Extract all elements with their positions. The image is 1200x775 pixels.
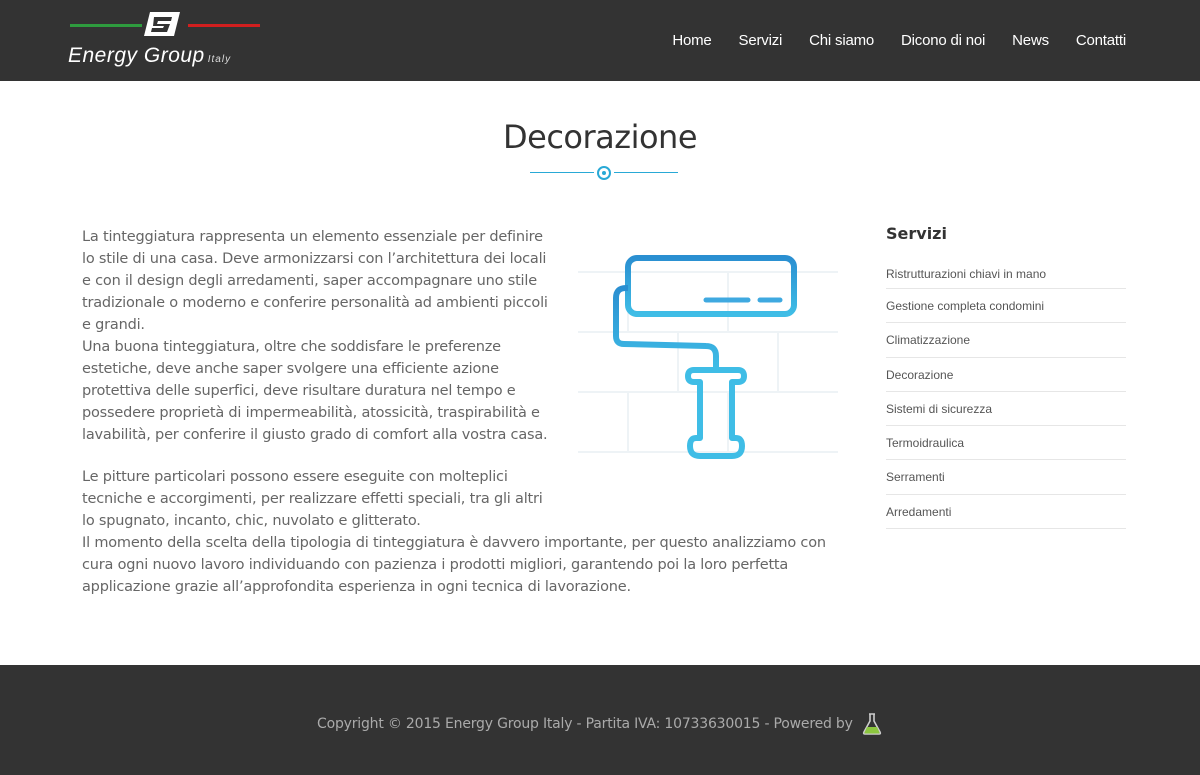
title-divider xyxy=(530,165,678,181)
sidebar-item-decorazione[interactable]: Decorazione xyxy=(886,358,1126,392)
sidebar-item-ristrutturazioni[interactable]: Ristrutturazioni chiavi in mano xyxy=(886,265,1126,289)
sidebar-item-serramenti[interactable]: Serramenti xyxy=(886,460,1126,495)
services-sidebar: Servizi Ristrutturazioni chiavi in mano … xyxy=(886,224,1126,530)
content-paragraph-3: Le pitture particolari possono essere es… xyxy=(82,469,543,529)
content-paragraph-4: Il momento della scelta della tipologia … xyxy=(82,535,826,595)
sidebar-item-gestione-condomini[interactable]: Gestione completa condomini xyxy=(886,289,1126,324)
logo-text: Energy Group Italy xyxy=(68,44,231,68)
divider-circle-icon xyxy=(597,166,611,180)
logo-green-line xyxy=(70,24,142,27)
nav-news[interactable]: News xyxy=(1012,32,1049,49)
main-nav: Home Servizi Chi siamo Dicono di noi New… xyxy=(645,0,1126,81)
main-content: La tinteggiatura rappresenta un elemento… xyxy=(82,226,842,598)
nav-dicono-di-noi[interactable]: Dicono di noi xyxy=(901,32,985,49)
content-paragraph-1: La tinteggiatura rappresenta un elemento… xyxy=(82,229,548,333)
divider-line-right xyxy=(614,172,678,173)
sidebar-item-climatizzazione[interactable]: Climatizzazione xyxy=(886,323,1126,358)
nav-contatti[interactable]: Contatti xyxy=(1076,32,1126,49)
footer-copyright: Copyright © 2015 Energy Group Italy - Pa… xyxy=(0,712,1200,736)
nav-chi-siamo[interactable]: Chi siamo xyxy=(809,32,874,49)
logo-name-suffix: Italy xyxy=(207,54,232,65)
sidebar-item-arredamenti[interactable]: Arredamenti xyxy=(886,495,1126,530)
sidebar-list: Ristrutturazioni chiavi in mano Gestione… xyxy=(886,265,1126,530)
flask-icon[interactable] xyxy=(861,712,883,736)
logo-name-main: Energy Group xyxy=(68,44,205,67)
logo-red-line xyxy=(188,24,260,27)
sidebar-item-sistemi-sicurezza[interactable]: Sistemi di sicurezza xyxy=(886,392,1126,427)
divider-line-left xyxy=(530,172,594,173)
page-title: Decorazione xyxy=(503,118,698,156)
nav-home[interactable]: Home xyxy=(672,32,711,49)
energy-group-logo[interactable]: Energy Group Italy xyxy=(66,10,266,70)
sidebar-title: Servizi xyxy=(886,224,947,243)
site-header: Energy Group Italy Home Servizi Chi siamo… xyxy=(0,0,1200,81)
nav-servizi[interactable]: Servizi xyxy=(739,32,783,49)
sidebar-item-termoidraulica[interactable]: Termoidraulica xyxy=(886,426,1126,461)
content-paragraph-2: Una buona tinteggiatura, oltre che soddi… xyxy=(82,339,548,443)
logo-mark-icon xyxy=(144,12,180,36)
footer-copyright-text: Copyright © 2015 Energy Group Italy - Pa… xyxy=(317,716,853,732)
site-footer: Copyright © 2015 Energy Group Italy - Pa… xyxy=(0,665,1200,775)
